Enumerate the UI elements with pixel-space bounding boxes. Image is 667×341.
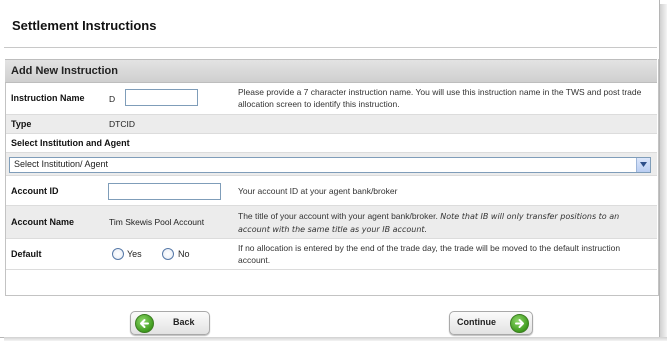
- frame-shadow-right: [660, 4, 667, 341]
- account-id-help: Your account ID at your agent bank/broke…: [238, 186, 398, 196]
- row-institution-label: Select Institution and Agent: [6, 134, 657, 153]
- section-header: Add New Instruction: [5, 59, 657, 83]
- type-label: Type: [11, 119, 32, 129]
- account-name-help-text: The title of your account with your agen…: [238, 211, 438, 221]
- arrow-right-icon: [510, 314, 529, 333]
- frame-shadow-bottom: [4, 337, 667, 341]
- title-divider: [4, 47, 657, 48]
- account-id-label: Account ID: [11, 186, 59, 196]
- section-title: Add New Instruction: [11, 65, 118, 77]
- institution-label: Select Institution and Agent: [11, 138, 130, 148]
- row-instruction-name: Instruction Name D Please provide a 7 ch…: [6, 82, 657, 115]
- account-name-value: Tim Skewis Pool Account: [109, 217, 205, 227]
- default-yes-label[interactable]: Yes: [127, 249, 142, 259]
- default-no-label[interactable]: No: [178, 249, 190, 259]
- default-no-radio[interactable]: [162, 248, 174, 260]
- row-account-name: Account Name Tim Skewis Pool Account The…: [6, 206, 657, 239]
- back-button-label: Back: [173, 317, 195, 327]
- instruction-name-help: Please provide a 7 character instruction…: [238, 87, 642, 109]
- account-name-label: Account Name: [11, 217, 75, 227]
- page-title: Settlement Instructions: [12, 18, 157, 33]
- back-button[interactable]: Back: [130, 311, 210, 335]
- arrow-left-icon: [135, 314, 154, 333]
- continue-button-label: Continue: [457, 317, 496, 327]
- instruction-name-prefix: D: [109, 94, 116, 104]
- continue-button[interactable]: Continue: [449, 311, 533, 335]
- default-yes-radio[interactable]: [112, 248, 124, 260]
- row-account-id: Account ID Your account ID at your agent…: [6, 176, 657, 206]
- chevron-down-icon[interactable]: [636, 158, 650, 172]
- row-type: Type DTCID: [6, 115, 657, 134]
- default-help: If no allocation is entered by the end o…: [238, 243, 621, 265]
- institution-select-value: Select Institution/ Agent: [14, 159, 109, 169]
- institution-select[interactable]: Select Institution/ Agent: [9, 157, 651, 173]
- type-value: DTCID: [109, 119, 135, 129]
- instruction-name-input[interactable]: [125, 89, 198, 106]
- instruction-name-label: Instruction Name: [11, 93, 85, 103]
- account-id-input[interactable]: [108, 183, 221, 200]
- row-default: Default Yes No If no allocation is enter…: [6, 239, 657, 270]
- default-label: Default: [11, 249, 42, 259]
- account-name-help: The title of your account with your agen…: [238, 210, 653, 236]
